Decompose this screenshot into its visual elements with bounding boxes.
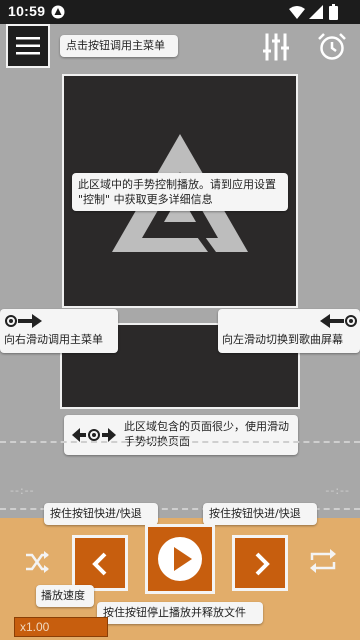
- battery-icon: [329, 4, 338, 20]
- chevron-left-icon: [92, 552, 107, 576]
- chevron-right-icon: [255, 552, 270, 576]
- play-button[interactable]: [145, 524, 215, 594]
- next-button[interactable]: [232, 535, 288, 591]
- tip-swipe-left-text: 向左滑动切换到歌曲屏幕: [222, 333, 343, 346]
- wifi-icon: [289, 6, 305, 19]
- hamburger-menu-icon: [16, 37, 40, 55]
- playback-speed-field[interactable]: x1.00: [14, 617, 108, 637]
- seek-bar[interactable]: [0, 441, 360, 443]
- total-time: --:--: [325, 484, 350, 497]
- alarm-clock-icon[interactable]: [317, 32, 347, 62]
- main-menu-button[interactable]: [6, 24, 50, 68]
- tip-prev-button: 按住按钮快进/快退: [44, 503, 158, 525]
- tip-swipe-right: 向右滑动调用主菜单: [0, 309, 118, 353]
- swipe-both-arrow-icon: [72, 428, 116, 442]
- play-icon: [158, 537, 202, 581]
- tip-page-switch-text: 此区域包含的页面很少，使用滑动手势切换页面: [124, 420, 289, 448]
- shuffle-icon[interactable]: [24, 549, 50, 575]
- app-bar: [0, 24, 360, 74]
- tip-next-button: 按住按钮快进/快退: [203, 503, 317, 525]
- tip-swipe-left: 向左滑动切换到歌曲屏幕: [218, 309, 360, 353]
- swipe-left-arrow-icon: [320, 314, 357, 328]
- equalizer-sliders-icon[interactable]: [262, 33, 290, 61]
- tip-gesture-area: 此区域中的手势控制播放。请到应用设置 "控制" 中获取更多详细信息: [72, 173, 288, 211]
- repeat-icon[interactable]: [308, 548, 338, 574]
- notification-app-icon: [51, 5, 65, 19]
- swipe-right-arrow-icon: [5, 314, 42, 328]
- tip-speed: 播放速度: [36, 585, 94, 607]
- tip-swipe-right-text: 向右滑动调用主菜单: [4, 333, 103, 346]
- cell-signal-icon: [309, 5, 323, 19]
- tip-menu-button: 点击按钮调用主菜单: [60, 35, 178, 57]
- elapsed-time: --:--: [10, 484, 35, 497]
- tip-play-button: 按住按钮停止播放并释放文件: [97, 602, 263, 624]
- previous-button[interactable]: [72, 535, 128, 591]
- status-bar: 10:59: [0, 0, 360, 24]
- status-time: 10:59: [8, 3, 46, 19]
- tip-page-switch: 此区域包含的页面很少，使用滑动手势切换页面: [64, 415, 298, 455]
